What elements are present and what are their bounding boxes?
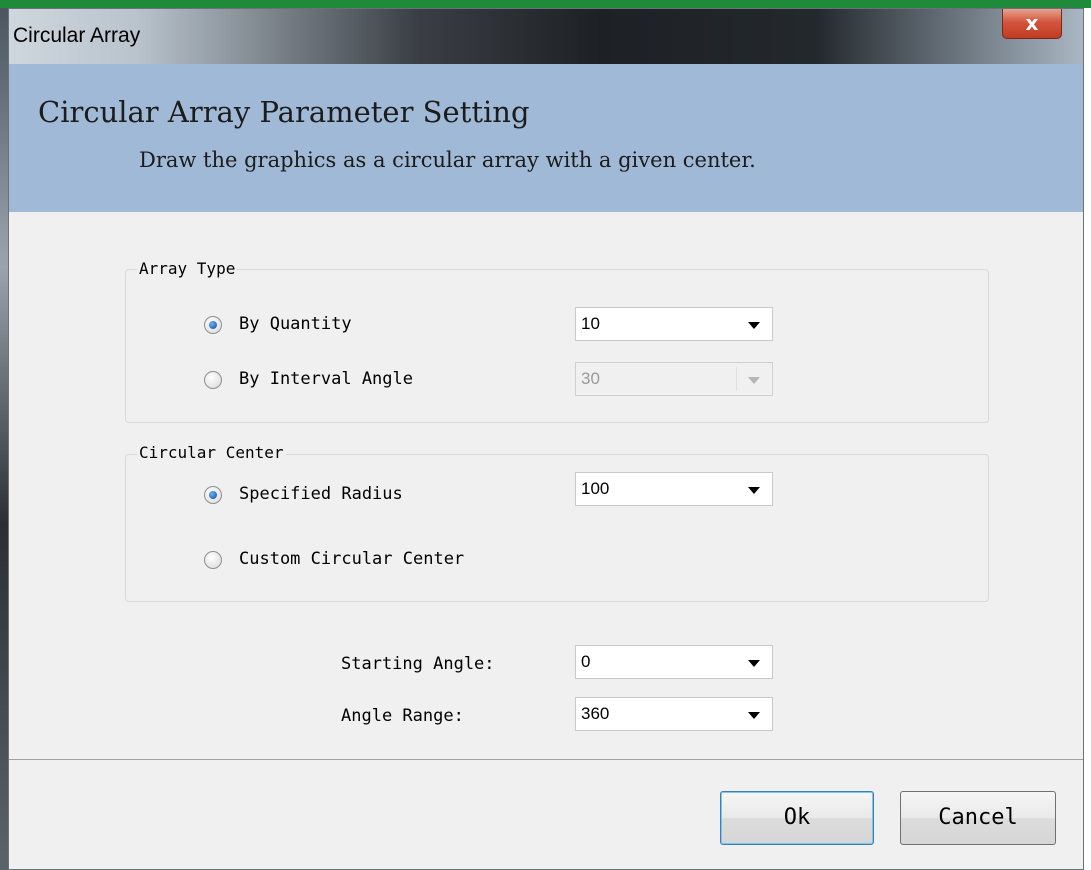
close-button[interactable]: x bbox=[1002, 9, 1062, 39]
close-icon: x bbox=[1025, 11, 1039, 35]
by-interval-angle-radio[interactable] bbox=[204, 371, 222, 389]
interval-angle-dropdown: 30 bbox=[575, 362, 773, 396]
chevron-down-icon bbox=[748, 487, 760, 494]
angle-range-dropdown[interactable]: 360 bbox=[575, 697, 773, 731]
starting-angle-dropdown[interactable]: 0 bbox=[575, 645, 773, 679]
radius-value: 100 bbox=[581, 479, 610, 498]
custom-center-radio[interactable] bbox=[204, 551, 222, 569]
dialog-footer: Ok Cancel bbox=[9, 759, 1083, 869]
chevron-down-icon bbox=[748, 322, 760, 329]
starting-angle-value: 0 bbox=[581, 652, 591, 671]
array-type-group bbox=[125, 269, 989, 423]
radius-dropdown[interactable]: 100 bbox=[575, 472, 773, 506]
banner-title: Circular Array Parameter Setting bbox=[38, 95, 530, 129]
array-type-label: Array Type bbox=[137, 259, 238, 278]
circular-center-group bbox=[125, 454, 989, 602]
circular-center-label: Circular Center bbox=[137, 443, 286, 462]
starting-angle-label: Starting Angle: bbox=[341, 654, 495, 674]
by-quantity-label[interactable]: By Quantity bbox=[239, 314, 352, 334]
angle-range-label: Angle Range: bbox=[341, 706, 464, 726]
dropdown-separator bbox=[736, 367, 737, 391]
chevron-down-icon bbox=[748, 712, 760, 719]
specified-radius-label[interactable]: Specified Radius bbox=[239, 484, 403, 504]
cancel-button[interactable]: Cancel bbox=[900, 791, 1056, 845]
window-title: Circular Array bbox=[13, 24, 141, 47]
quantity-dropdown[interactable]: 10 bbox=[575, 307, 773, 341]
quantity-value: 10 bbox=[581, 314, 600, 333]
title-bar[interactable]: Circular Array x bbox=[9, 9, 1083, 64]
window-top-strip bbox=[0, 0, 1091, 8]
ok-button[interactable]: Ok bbox=[720, 791, 874, 845]
custom-center-label[interactable]: Custom Circular Center bbox=[239, 549, 464, 569]
banner-subtitle: Draw the graphics as a circular array wi… bbox=[139, 148, 756, 172]
circular-array-dialog: Circular Array x Circular Array Paramete… bbox=[8, 8, 1084, 870]
header-banner: Circular Array Parameter Setting Draw th… bbox=[9, 64, 1083, 212]
chevron-down-icon bbox=[748, 660, 760, 667]
by-interval-angle-label[interactable]: By Interval Angle bbox=[239, 369, 413, 389]
chevron-down-icon bbox=[748, 377, 760, 384]
specified-radius-radio[interactable] bbox=[204, 486, 222, 504]
by-quantity-radio[interactable] bbox=[204, 316, 222, 334]
angle-range-value: 360 bbox=[581, 704, 610, 723]
interval-angle-value: 30 bbox=[581, 369, 600, 388]
